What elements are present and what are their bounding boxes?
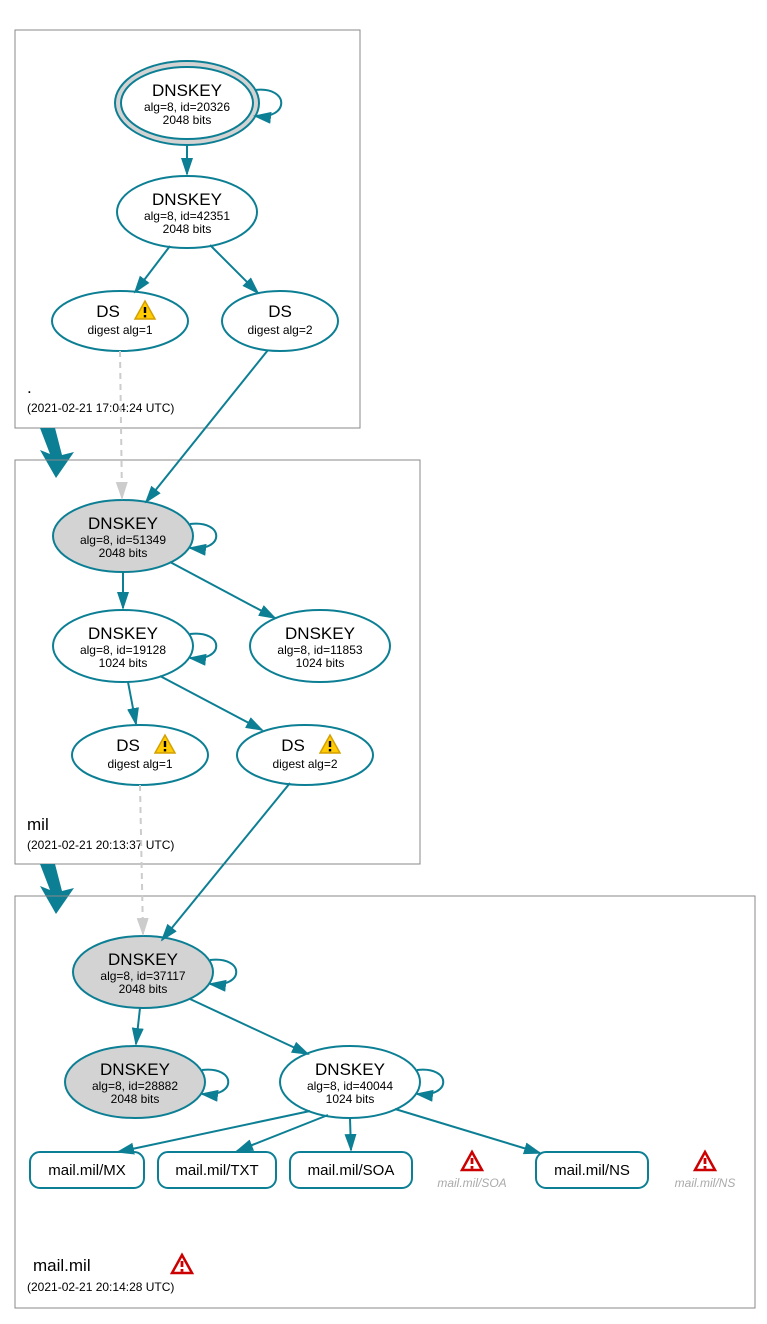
svg-text:DNSKEY: DNSKEY xyxy=(152,190,222,209)
svg-text:2048 bits: 2048 bits xyxy=(119,982,168,996)
svg-text:alg=8, id=40044: alg=8, id=40044 xyxy=(307,1079,393,1093)
record-txt: mail.mil/TXT xyxy=(158,1152,276,1188)
zone-mailmil-time: (2021-02-21 20:14:28 UTC) xyxy=(27,1280,174,1294)
edge-root-ds1-milksk xyxy=(120,351,122,498)
svg-text:alg=8, id=28882: alg=8, id=28882 xyxy=(92,1079,178,1093)
node-mil-ds2: DS digest alg=2 xyxy=(237,725,373,785)
edge-root-ds2-milksk xyxy=(146,350,268,502)
svg-text:DS: DS xyxy=(268,302,292,321)
svg-text:mail.mil/SOA: mail.mil/SOA xyxy=(308,1162,395,1179)
edge-mil-ds1-mmksk xyxy=(140,785,143,934)
svg-text:1024 bits: 1024 bits xyxy=(296,656,345,670)
svg-text:DS: DS xyxy=(281,736,305,755)
svg-text:DNSKEY: DNSKEY xyxy=(108,950,178,969)
edge-mil-ksk-zsk2 xyxy=(170,562,275,618)
svg-text:DS: DS xyxy=(96,302,120,321)
node-root-ds2: DS digest alg=2 xyxy=(222,291,338,351)
node-root-ksk: DNSKEY alg=8, id=20326 2048 bits xyxy=(115,61,259,145)
record-soa-error: mail.mil/SOA xyxy=(437,1152,506,1190)
edge-zsk-soa xyxy=(350,1118,351,1150)
zone-root-label: . xyxy=(27,378,32,397)
svg-text:2048 bits: 2048 bits xyxy=(163,113,212,127)
svg-text:1024 bits: 1024 bits xyxy=(326,1092,375,1106)
svg-text:mail.mil/MX: mail.mil/MX xyxy=(48,1162,126,1179)
svg-text:DNSKEY: DNSKEY xyxy=(100,1060,170,1079)
node-mailmil-k2: DNSKEY alg=8, id=28882 2048 bits xyxy=(65,1046,205,1118)
svg-text:digest alg=1: digest alg=1 xyxy=(107,757,172,771)
svg-text:alg=8, id=11853: alg=8, id=11853 xyxy=(277,643,363,657)
node-root-ds1: DS digest alg=1 xyxy=(52,291,188,351)
svg-text:mail.mil/NS: mail.mil/NS xyxy=(554,1162,630,1179)
svg-text:2048 bits: 2048 bits xyxy=(99,546,148,560)
svg-text:DNSKEY: DNSKEY xyxy=(285,624,355,643)
record-ns: mail.mil/NS xyxy=(536,1152,648,1188)
zone-mil-time: (2021-02-21 20:13:37 UTC) xyxy=(27,838,174,852)
delegation-arrow-root-mil xyxy=(40,428,74,478)
zone-mailmil-label: mail.mil xyxy=(33,1256,91,1275)
svg-text:digest alg=2: digest alg=2 xyxy=(272,757,337,771)
error-icon xyxy=(172,1255,192,1273)
svg-text:DNSKEY: DNSKEY xyxy=(88,624,158,643)
edge-mm-ksk-zsk xyxy=(190,999,308,1054)
svg-text:digest alg=2: digest alg=2 xyxy=(247,323,312,337)
edge-zsk-txt xyxy=(237,1115,328,1151)
node-mailmil-ksk: DNSKEY alg=8, id=37117 2048 bits xyxy=(73,936,213,1008)
edge-zsk-ns xyxy=(395,1109,540,1153)
edge-root-zsk-ds1 xyxy=(135,246,170,292)
zone-mil-label: mil xyxy=(27,815,49,834)
svg-text:DS: DS xyxy=(116,736,140,755)
edge-mil-zsk1-ds1 xyxy=(128,682,136,724)
delegation-arrow-mil-mailmil xyxy=(40,864,74,914)
svg-text:2048 bits: 2048 bits xyxy=(111,1092,160,1106)
node-root-zsk: DNSKEY alg=8, id=42351 2048 bits xyxy=(117,176,257,248)
record-mx: mail.mil/MX xyxy=(30,1152,144,1188)
svg-text:1024 bits: 1024 bits xyxy=(99,656,148,670)
svg-text:DNSKEY: DNSKEY xyxy=(315,1060,385,1079)
svg-text:alg=8, id=37117: alg=8, id=37117 xyxy=(100,969,186,983)
edge-mm-ksk-k2 xyxy=(136,1008,140,1044)
error-icon xyxy=(462,1152,482,1170)
svg-text:alg=8, id=42351: alg=8, id=42351 xyxy=(144,209,230,223)
svg-text:alg=8, id=51349: alg=8, id=51349 xyxy=(80,533,166,547)
node-mil-zsk2: DNSKEY alg=8, id=11853 1024 bits xyxy=(250,610,390,682)
svg-text:mail.mil/NS: mail.mil/NS xyxy=(675,1176,736,1190)
svg-text:mail.mil/TXT: mail.mil/TXT xyxy=(175,1162,258,1179)
node-mil-zsk1: DNSKEY alg=8, id=19128 1024 bits xyxy=(53,610,193,682)
node-mil-ds1: DS digest alg=1 xyxy=(72,725,208,785)
edge-root-zsk-ds2 xyxy=(210,245,258,293)
record-ns-error: mail.mil/NS xyxy=(675,1152,736,1190)
svg-text:DNSKEY: DNSKEY xyxy=(152,81,222,100)
edge-mil-zsk1-ds2 xyxy=(160,676,262,730)
svg-text:2048 bits: 2048 bits xyxy=(163,222,212,236)
node-mailmil-zsk: DNSKEY alg=8, id=40044 1024 bits xyxy=(280,1046,420,1118)
svg-text:digest alg=1: digest alg=1 xyxy=(87,323,152,337)
svg-text:alg=8, id=19128: alg=8, id=19128 xyxy=(80,643,166,657)
node-mil-ksk: DNSKEY alg=8, id=51349 2048 bits xyxy=(53,500,193,572)
svg-text:DNSKEY: DNSKEY xyxy=(88,514,158,533)
svg-text:mail.mil/SOA: mail.mil/SOA xyxy=(437,1176,506,1190)
edge-mil-ds2-mmksk xyxy=(162,783,290,940)
zone-root-time: (2021-02-21 17:04:24 UTC) xyxy=(27,401,174,415)
record-soa: mail.mil/SOA xyxy=(290,1152,412,1188)
error-icon xyxy=(695,1152,715,1170)
svg-text:alg=8, id=20326: alg=8, id=20326 xyxy=(144,100,230,114)
